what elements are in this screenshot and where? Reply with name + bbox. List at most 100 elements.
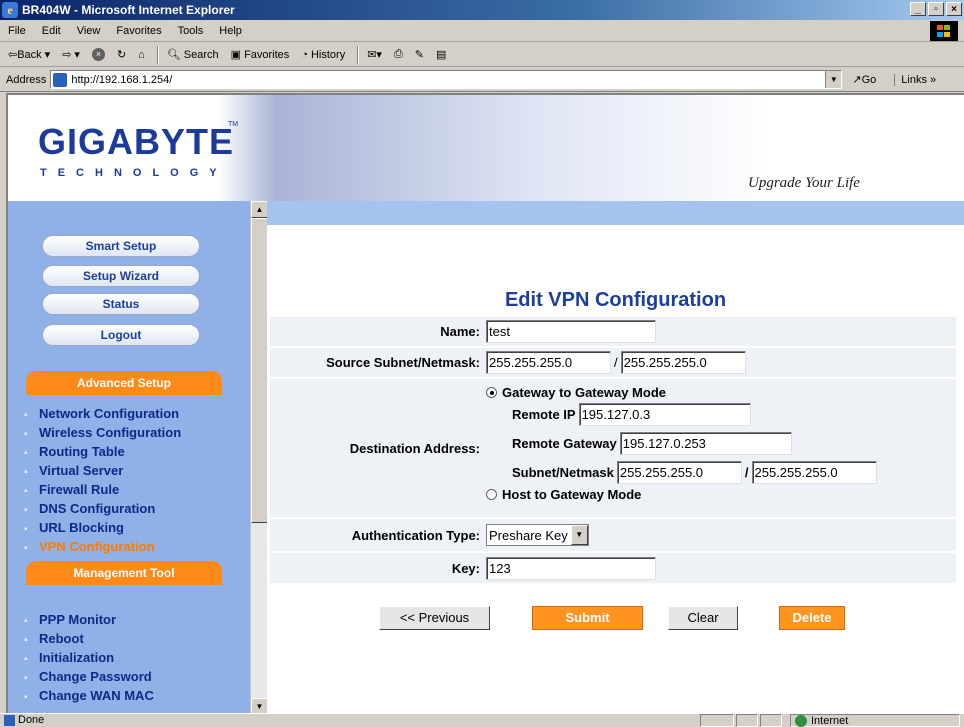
host-mode-radio[interactable]: Host to Gateway Mode [486,487,641,502]
menu-file[interactable]: File [8,25,26,37]
address-input[interactable]: http://192.168.1.254/ ▼ [50,70,843,89]
forward-button[interactable]: ⇨ ▾ [62,48,80,61]
go-button[interactable]: ↗Go [852,73,876,86]
menu-favorites[interactable]: Favorites [116,25,161,37]
delete-button[interactable]: Delete [779,606,845,630]
page-icon [4,714,15,726]
sidebar-item-dns-configuration[interactable]: ▪ DNS Configuration [24,501,155,516]
remote-ip-input[interactable]: 195.127.0.3 [578,403,751,426]
search-label: Search [183,48,219,61]
chevron-down-icon[interactable]: ▼ [570,525,588,545]
sidebar-item-initialization[interactable]: ▪ Initialization [24,650,114,665]
logout-button[interactable]: Logout [42,324,200,346]
tagline: Upgrade Your Life [748,175,860,191]
favorites-button[interactable]: ▣ Favorites [231,48,290,62]
history-button[interactable]: ◔ History [301,49,345,61]
sidebar-item-firewall-rule[interactable]: ▪ Firewall Rule [24,482,119,497]
minimize-button[interactable]: _ [910,2,926,16]
sidebar-item-vpn-configuration[interactable]: ▪ VPN Configuration [24,539,155,554]
home-icon: ⌂ [138,48,145,61]
sidebar: Smart Setup Setup Wizard Status Logout A… [8,201,250,713]
bullet-icon: ▪ [24,524,28,535]
dropdown-icon: ▾ [44,49,51,61]
menu-edit[interactable]: Edit [42,25,61,37]
bullet-icon: ▪ [24,448,28,459]
scrollbar-thumb[interactable] [251,218,268,523]
sidebar-item-label: DNS Configuration [39,501,156,516]
sidebar-item-label: Reboot [39,631,84,646]
host-mode-label: Host to Gateway Mode [502,487,642,502]
key-input[interactable]: 123 [486,556,656,580]
submit-button[interactable]: Submit [532,606,643,630]
links-button[interactable]: Links » [894,73,936,86]
status-done: Done [0,714,44,726]
close-button[interactable]: × [946,2,962,16]
discuss-icon: ▤ [435,49,447,61]
sidebar-item-wireless-configuration[interactable]: ▪ Wireless Configuration [24,425,181,440]
menu-help[interactable]: Help [219,25,242,37]
clear-button[interactable]: Clear [668,606,738,630]
go-label: Go [861,74,877,86]
gateway-mode-label: Gateway to Gateway Mode [502,385,666,400]
dest-subnet-input[interactable]: 255.255.255.0 [616,461,742,484]
sidebar-item-virtual-server[interactable]: ▪ Virtual Server [24,463,123,478]
sidebar-item-reboot[interactable]: ▪ Reboot [24,631,84,646]
mail-button[interactable]: ✉▾ [367,48,382,61]
forward-icon: ⇨ [62,49,72,61]
sidebar-item-label: PPP Monitor [39,612,117,627]
sidebar-item-url-blocking[interactable]: ▪ URL Blocking [24,520,124,535]
logo-subtitle: TECHNOLOGY [40,167,228,179]
content-band [267,201,964,225]
dest-netmask-input[interactable]: 255.255.255.0 [751,461,877,484]
status-button[interactable]: Status [42,293,200,315]
sidebar-item-routing-table[interactable]: ▪ Routing Table [24,444,125,459]
scroll-up-icon[interactable]: ▲ [251,201,268,218]
remote-gateway-input[interactable]: 195.127.0.253 [619,432,792,455]
maximize-button[interactable]: ▫ [928,2,944,16]
sidebar-item-change-wan-mac[interactable]: ▪ Change WAN MAC [24,688,154,703]
sidebar-scrollbar[interactable]: ▲ ▼ [250,201,268,713]
sidebar-item-label: Network Configuration [39,406,180,421]
previous-button[interactable]: << Previous [379,606,490,630]
bullet-icon: ▪ [24,654,28,665]
print-button[interactable]: ⎙ [394,48,403,61]
sidebar-item-change-password[interactable]: ▪ Change Password [24,669,152,684]
auth-type-select[interactable]: Preshare Key ▼ [486,524,589,546]
auth-row: Authentication Type: Preshare Key ▼ [270,519,956,553]
key-label: Key: [451,560,480,576]
discuss-button[interactable]: ▤ [436,48,446,61]
menu-tools[interactable]: Tools [178,25,204,37]
source-subnet-input[interactable]: 255.255.255.0 [486,351,611,374]
gateway-mode-radio[interactable]: Gateway to Gateway Mode [486,385,666,400]
back-label: ⇦Back [8,49,42,61]
source-netmask-input[interactable]: 255.255.255.0 [620,351,746,374]
remote-gateway-label: Remote Gateway [512,436,617,451]
home-button[interactable]: ⌂ [138,49,145,61]
edit-button[interactable]: ✎ [415,48,424,61]
address-label: Address [6,73,47,86]
address-dropdown-icon[interactable]: ▼ [825,71,842,88]
search-button[interactable]: 🔍︎ Search [167,48,219,62]
bullet-icon: ▪ [24,486,28,497]
sidebar-item-network-configuration[interactable]: ▪ Network Configuration [24,406,179,421]
refresh-button[interactable]: ↻ [117,48,126,61]
stop-button[interactable]: × [91,48,105,61]
scroll-down-icon[interactable]: ▼ [251,698,268,713]
setup-wizard-button[interactable]: Setup Wizard [42,265,200,287]
print-icon: ⎙ [393,48,403,60]
toolbar-separator [357,45,360,64]
sidebar-item-label: Change WAN MAC [39,688,154,703]
toolbar-separator [156,45,159,64]
sidebar-item-label: Firewall Rule [39,482,120,497]
vpn-form: Name: test Source Subnet/Netmask: 255.25… [270,317,956,585]
menu-view[interactable]: View [77,25,101,37]
back-button[interactable]: ⇦Back ▾ [8,48,50,61]
sidebar-item-ppp-monitor[interactable]: ▪ PPP Monitor [24,612,116,627]
smart-setup-button[interactable]: Smart Setup [42,235,200,257]
name-label: Name: [440,324,480,339]
status-cells [700,714,784,727]
advanced-setup-header: Advanced Setup [26,371,222,395]
name-input[interactable]: test [486,320,656,343]
sidebar-item-label: Change Password [39,669,152,684]
slash-separator: / [614,355,618,370]
